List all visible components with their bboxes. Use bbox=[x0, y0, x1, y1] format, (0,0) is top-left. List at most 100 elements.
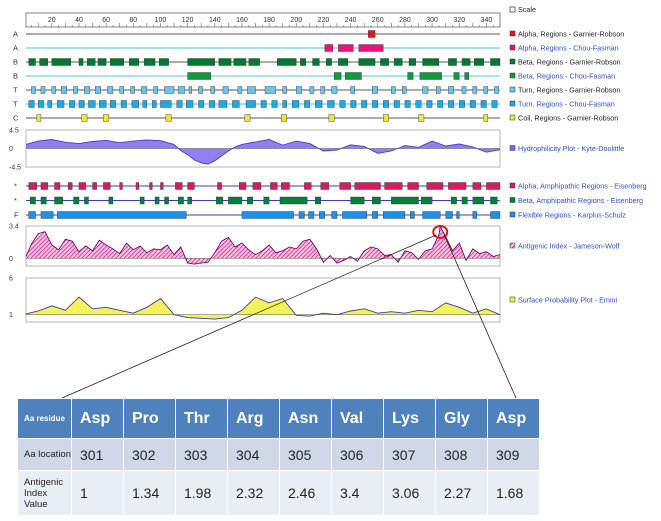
track-letter: * bbox=[14, 182, 17, 191]
track-segment bbox=[187, 182, 195, 190]
track-segment bbox=[164, 196, 169, 205]
value-cell: 1.34 bbox=[123, 470, 176, 516]
plot-legend-swatch bbox=[509, 296, 516, 303]
track-segment bbox=[407, 72, 414, 80]
track-segment bbox=[108, 196, 114, 205]
track-segment bbox=[419, 72, 442, 80]
track-segment bbox=[300, 58, 306, 66]
track-segment bbox=[486, 182, 501, 190]
track-segment bbox=[372, 86, 378, 94]
axis-tick-label: 20 bbox=[48, 17, 56, 24]
track-segment bbox=[38, 100, 44, 108]
track-segment bbox=[338, 58, 349, 66]
track-segment bbox=[119, 182, 123, 190]
track-segment bbox=[472, 182, 482, 190]
track-segment bbox=[160, 100, 172, 108]
track-segment bbox=[491, 100, 498, 108]
track-segment bbox=[361, 100, 368, 108]
track-segment bbox=[304, 100, 311, 108]
track-segment bbox=[31, 86, 36, 94]
track-segment bbox=[131, 100, 139, 108]
track-segment bbox=[472, 211, 478, 219]
track-segment bbox=[350, 86, 355, 94]
track-legend-swatch bbox=[509, 114, 516, 121]
track-segment bbox=[28, 58, 36, 66]
location-label: Aa location bbox=[17, 438, 72, 471]
track-segment bbox=[448, 182, 467, 190]
track-legend-swatch bbox=[509, 72, 516, 79]
track-segment bbox=[51, 86, 57, 94]
residue-header-label: Aa residue bbox=[17, 398, 72, 439]
track-segment bbox=[187, 72, 211, 80]
track-segment bbox=[382, 211, 406, 219]
track-segment bbox=[103, 114, 110, 122]
track-segment bbox=[450, 196, 457, 205]
axis-tick-label: 140 bbox=[209, 17, 221, 24]
track-segment bbox=[67, 182, 73, 190]
track-segment bbox=[110, 100, 116, 108]
axis-tick-label: 160 bbox=[236, 17, 248, 24]
track-segment bbox=[421, 196, 433, 205]
track-segment bbox=[320, 182, 330, 190]
track-segment bbox=[110, 58, 124, 66]
track-segment bbox=[331, 211, 338, 219]
track-segment bbox=[279, 196, 308, 205]
track-segment bbox=[490, 211, 501, 219]
track-segment bbox=[135, 182, 139, 190]
track-letter: C bbox=[13, 114, 19, 123]
track-segment bbox=[350, 100, 357, 108]
track-segment bbox=[469, 100, 476, 108]
track-letter: T bbox=[13, 86, 18, 95]
track-segment bbox=[437, 100, 444, 108]
track-segment bbox=[54, 182, 61, 190]
track-segment bbox=[372, 100, 378, 108]
track-segment bbox=[472, 86, 478, 94]
track-segment bbox=[408, 58, 416, 66]
track-segment bbox=[141, 86, 148, 94]
track-segment bbox=[358, 58, 376, 66]
track-segment bbox=[324, 44, 334, 52]
track-segment bbox=[264, 86, 277, 94]
track-legend-swatch bbox=[509, 58, 516, 65]
track-segment bbox=[372, 196, 381, 205]
track-segment bbox=[358, 44, 384, 52]
track-segment bbox=[222, 86, 229, 94]
value-cell: 1.68 bbox=[487, 470, 540, 516]
location-cell: 302 bbox=[123, 438, 176, 471]
track-segment bbox=[245, 100, 256, 108]
value-row: Antigenic Index Value 1 1.34 1.98 2.32 2… bbox=[17, 470, 540, 516]
track-segment bbox=[282, 86, 287, 94]
value-label: Antigenic Index Value bbox=[17, 470, 72, 516]
value-cell: 3.4 bbox=[331, 470, 384, 516]
track-segment bbox=[187, 58, 215, 66]
value-cell: 2.46 bbox=[279, 470, 332, 516]
track-segment bbox=[270, 182, 278, 190]
track-segment bbox=[61, 86, 67, 94]
track-legend-label: Beta, Regions - Garnier-Robson bbox=[518, 58, 621, 67]
plot-legend-swatch bbox=[509, 242, 516, 249]
track-segment bbox=[215, 196, 224, 205]
track-segment bbox=[36, 114, 42, 122]
track-segment bbox=[461, 58, 471, 66]
axis-tick-label: 220 bbox=[318, 17, 330, 24]
track-segment bbox=[483, 86, 488, 94]
track-segment bbox=[143, 58, 156, 66]
track-segment bbox=[382, 114, 389, 122]
scale-legend-swatch bbox=[509, 6, 516, 13]
track-legend-swatch bbox=[509, 100, 516, 107]
track-segment bbox=[92, 182, 97, 190]
residue-cell: Thr bbox=[175, 398, 228, 439]
track-segment bbox=[312, 58, 320, 66]
track-legend-label: Beta, Regions - Chou-Fasman bbox=[518, 72, 615, 81]
track-segment bbox=[73, 86, 78, 94]
track-segment bbox=[459, 100, 465, 108]
track-legend-label: Turn, Regions - Chou-Fasman bbox=[518, 100, 615, 109]
axis-tick-label: 60 bbox=[102, 17, 110, 24]
track-segment bbox=[298, 211, 305, 219]
track-segment bbox=[160, 182, 164, 190]
track-segment bbox=[448, 58, 457, 66]
track-segment bbox=[354, 182, 381, 190]
track-segment bbox=[119, 86, 124, 94]
track-segment bbox=[282, 100, 287, 108]
track-segment bbox=[28, 211, 36, 219]
